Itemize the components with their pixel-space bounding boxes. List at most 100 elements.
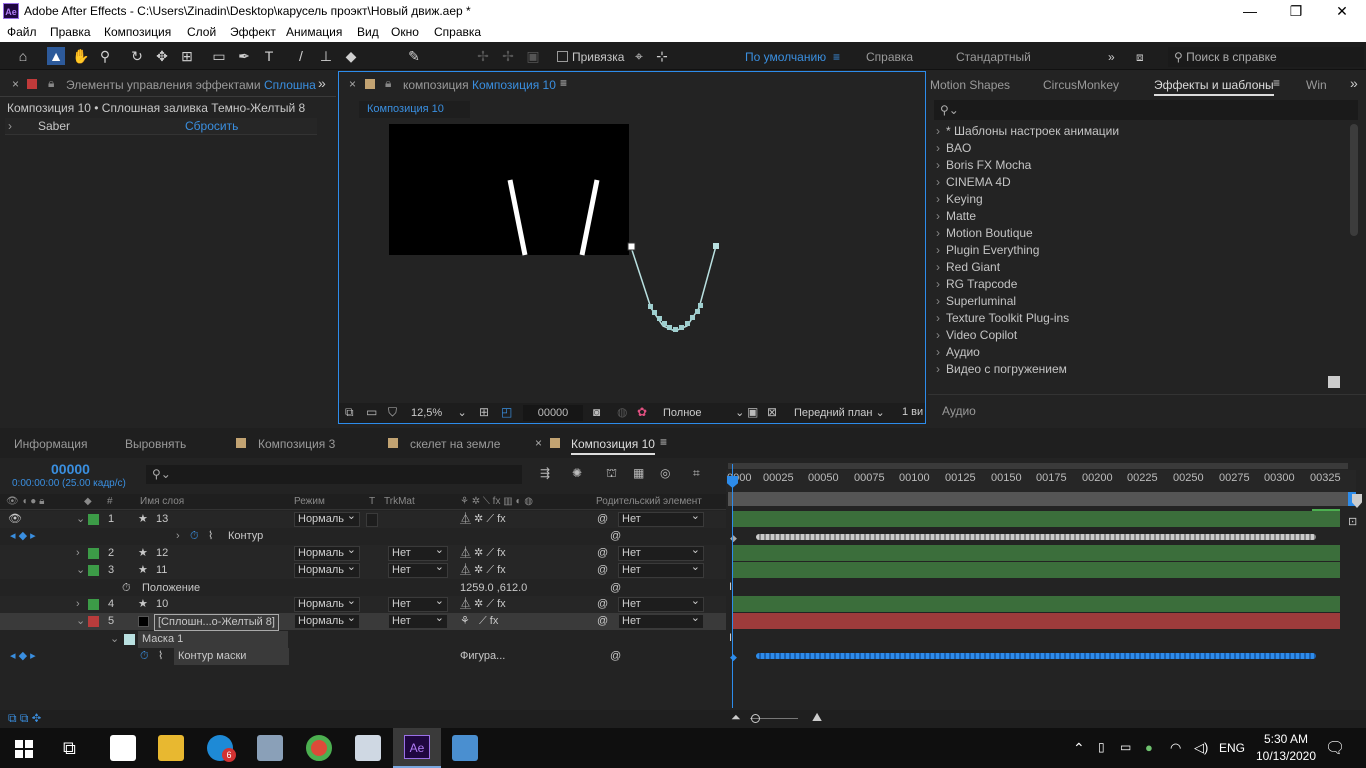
chevron-right-icon[interactable]: › <box>8 119 12 133</box>
hand-tool-icon[interactable]: ✋ <box>72 47 90 65</box>
layer-switches[interactable]: ⚘ ⟋ fx <box>460 613 498 630</box>
menu-file[interactable]: Файл <box>7 25 37 39</box>
close-tab-icon[interactable]: × <box>535 436 542 450</box>
layer-duration-bar[interactable] <box>733 511 1340 527</box>
preset-item[interactable]: CINEMA 4D <box>936 175 1011 189</box>
mask-name[interactable]: Маска 1 <box>138 631 288 648</box>
menu-edit[interactable]: Правка <box>50 25 91 39</box>
title-safe-icon[interactable]: ⊞ <box>479 405 489 419</box>
paint-icon[interactable] <box>355 735 381 761</box>
graph-icon[interactable]: ⌇ <box>158 648 163 665</box>
reset-link[interactable]: Сбросить <box>185 119 238 133</box>
parent-dropdown[interactable]: Нет <box>618 544 704 561</box>
keyframe-nav-icon[interactable]: ◂ ◆ ▸ <box>10 648 36 665</box>
preset-item[interactable]: Аудио <box>936 345 980 359</box>
after-effects-taskbar-button[interactable]: Ae <box>393 728 441 768</box>
label-color[interactable] <box>88 616 99 627</box>
maximize-button[interactable]: ❐ <box>1273 2 1319 20</box>
mode-dropdown[interactable]: Нормаль <box>294 561 360 578</box>
snap-feature-icon[interactable]: ⊹ <box>653 47 671 65</box>
pen-tool-icon[interactable]: ✒ <box>235 47 253 65</box>
label-color[interactable] <box>88 548 99 559</box>
tab-comp-3[interactable]: Композиция 3 <box>258 437 335 451</box>
layer-row-selected[interactable]: ⌄ 5 [Сплошн...о-Желтый 8] Нормаль Нет ⚘ … <box>0 612 726 631</box>
preset-item[interactable]: Texture Toolkit Plug-ins <box>936 311 1069 325</box>
mode-dropdown[interactable]: Нормаль <box>294 544 360 561</box>
graph-editor-icon[interactable]: ⌗ <box>693 466 700 481</box>
chevron-right-icon[interactable]: › <box>76 545 80 562</box>
trkmat-dropdown[interactable]: Нет <box>388 595 448 612</box>
layer-duration-bar[interactable] <box>733 596 1340 612</box>
mode-dropdown[interactable]: Нормаль <box>294 510 360 527</box>
workspace-overflow-icon[interactable]: » <box>1108 50 1115 64</box>
menu-animation[interactable]: Анимация <box>286 25 342 39</box>
preset-item[interactable]: * Шаблоны настроек анимации <box>936 124 1119 138</box>
mode-dropdown[interactable]: Нормаль <box>294 612 360 629</box>
property-row[interactable]: ⏱ Положение 1259.0 ,612.0 @ <box>0 580 726 597</box>
effect-controls-tab[interactable]: Элементы управления эффектами Сплошна <box>66 78 316 92</box>
property-name[interactable]: Контур маски <box>174 648 289 665</box>
timeline-graph-area[interactable] <box>726 458 1366 710</box>
preset-item[interactable]: Matte <box>936 209 976 223</box>
image-viewer-icon[interactable] <box>452 735 478 761</box>
zoom-out-icon[interactable]: ⏶ <box>731 710 741 725</box>
timeline-timecode[interactable]: 00000 <box>51 461 90 477</box>
puppet-tool-icon[interactable]: ✎ <box>405 47 423 65</box>
menu-view[interactable]: Вид <box>357 25 379 39</box>
property-row[interactable]: ◂ ◆ ▸ ⏱ ⌇ Контур маски Фигура... @ <box>0 648 726 665</box>
minimize-button[interactable]: — <box>1227 2 1273 20</box>
layer-duration-bar[interactable] <box>733 545 1340 561</box>
mask-row[interactable]: ⌄ Маска 1 <box>0 631 726 648</box>
tray-chevron-up-icon[interactable]: ⌃ <box>1073 740 1085 757</box>
workspace-standard[interactable]: Стандартный <box>956 50 1031 64</box>
tab-comp-10[interactable]: Композиция 10 <box>571 437 655 455</box>
chevron-down-icon[interactable]: ⌄ <box>76 511 85 528</box>
comp-button-icon[interactable]: ⊡ <box>1348 515 1357 528</box>
mode-dropdown[interactable]: Нормаль <box>294 595 360 612</box>
layer-search-input[interactable]: ⚲⌄ <box>146 465 522 484</box>
preset-item[interactable]: Видео с погружением <box>936 362 1067 376</box>
mask-path-value[interactable]: Фигура... <box>460 648 505 665</box>
property-name[interactable]: Контур <box>228 528 263 545</box>
eye-icon[interactable]: 👁︎ <box>8 511 22 528</box>
pan-behind-tool-icon[interactable]: ⊞ <box>178 47 196 65</box>
view-dropdown[interactable]: Передний план ⌄ <box>794 406 885 419</box>
layer-row[interactable]: ⌄ 3 ★ 11 Нормаль Нет ⏅ ✲ ⟋ fx @ Нет <box>0 561 726 579</box>
layer-duration-bar-selected[interactable] <box>733 613 1340 629</box>
comp-mini-flowchart-icon[interactable]: ⇶ <box>540 466 550 480</box>
layer-row[interactable]: › 4 ★ 10 Нормаль Нет ⏅ ✲ ⟋ fx @ Нет <box>0 595 726 613</box>
clone-stamp-tool-icon[interactable]: ⊥ <box>317 47 335 65</box>
zoom-dropdown[interactable]: 12,5% ⌄ <box>411 406 467 419</box>
tab-info[interactable]: Информация <box>14 437 87 451</box>
calculator-icon[interactable] <box>110 735 136 761</box>
transparency-grid-icon[interactable]: ⊠ <box>767 405 777 419</box>
motion-blur-icon[interactable]: ◎ <box>660 466 670 480</box>
chevron-down-icon[interactable]: ⌄ <box>76 562 85 579</box>
parent-dropdown[interactable]: Нет <box>618 612 704 629</box>
snap-edge-icon[interactable]: ⌖ <box>630 47 648 65</box>
lock-icon[interactable]: 🔒︎ <box>48 76 54 91</box>
preset-item[interactable]: Video Copilot <box>936 328 1017 342</box>
t-checkbox[interactable] <box>366 513 378 527</box>
label-color[interactable] <box>88 565 99 576</box>
tab-effects-presets[interactable]: Эффекты и шаблоны <box>1154 78 1274 96</box>
keyframe-nav-icon[interactable]: ◂ ◆ ▸ <box>10 528 36 545</box>
tab-skeleton[interactable]: скелет на земле <box>410 437 500 451</box>
tab-motion-shapes[interactable]: Motion Shapes <box>930 78 1010 92</box>
pickwhip-icon[interactable]: @ <box>597 562 608 579</box>
mask-visibility-icon[interactable]: ⛉ <box>388 405 397 420</box>
layer-row[interactable]: 👁︎ ⌄ 1 ★ 13 Нормаль ⏅ ✲ ⟋ fx @ Нет <box>0 510 726 528</box>
property-name[interactable]: Положение <box>142 580 200 597</box>
pickwhip-icon[interactable]: @ <box>597 613 608 630</box>
menu-help[interactable]: Справка <box>434 25 481 39</box>
preset-item[interactable]: Superluminal <box>936 294 1016 308</box>
menu-window[interactable]: Окно <box>391 25 419 39</box>
windows-start-icon[interactable] <box>15 740 33 758</box>
keyframes-strip[interactable] <box>756 534 1316 540</box>
parent-dropdown[interactable]: Нет <box>618 510 704 527</box>
pickwhip-icon[interactable]: @ <box>610 528 621 545</box>
graph-icon[interactable]: ⌇ <box>208 528 213 545</box>
stopwatch-icon[interactable]: ⏱ <box>140 648 149 665</box>
layer-duration-bar[interactable] <box>733 562 1340 578</box>
resolution-dropdown[interactable]: Полное ⌄ <box>663 406 744 419</box>
